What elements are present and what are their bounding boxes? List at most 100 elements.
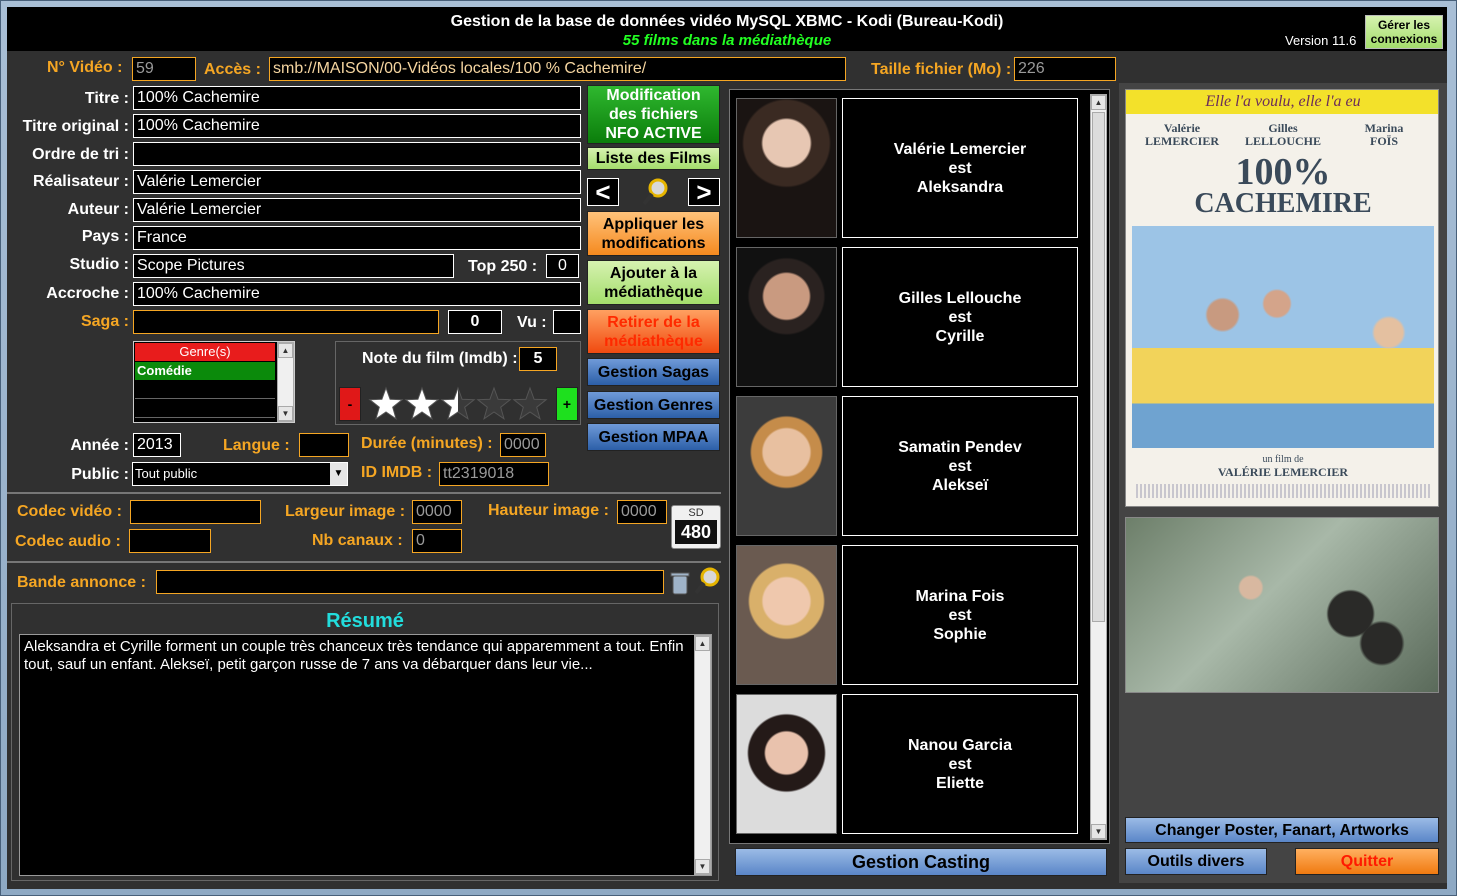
cast-row[interactable]: Marina Fois est Sophie xyxy=(736,545,1078,685)
star-icon[interactable] xyxy=(476,386,512,420)
movie-poster[interactable]: Elle l'a voulu, elle l'a eu Valérie LEME… xyxy=(1125,89,1439,507)
seen-field[interactable] xyxy=(553,310,581,334)
cast-row[interactable]: Valérie Lemercier est Aleksandra xyxy=(736,98,1078,238)
misc-tools-button[interactable]: Outils divers xyxy=(1125,848,1267,875)
language-field[interactable] xyxy=(299,433,349,457)
public-select[interactable]: Tout public ▼ xyxy=(132,462,348,486)
genre-scrollbar[interactable]: ▲ ▼ xyxy=(277,342,294,422)
fanart-image[interactable] xyxy=(1125,517,1439,693)
star-icon[interactable] xyxy=(404,386,440,420)
scroll-up-icon[interactable]: ▲ xyxy=(1091,95,1106,110)
trailer-field[interactable] xyxy=(156,570,664,594)
actor-name: Gilles Lellouche xyxy=(898,289,1022,307)
poster-film-by: un film de xyxy=(1262,454,1304,465)
director-field[interactable]: Valérie Lemercier xyxy=(133,170,581,194)
width-field[interactable]: 0000 xyxy=(412,500,462,524)
cast-scrollbar[interactable]: ▲ ▼ xyxy=(1090,94,1107,840)
saga-count-field[interactable]: 0 xyxy=(448,310,502,334)
next-button[interactable]: > xyxy=(688,178,720,206)
genre-item[interactable]: Comédie xyxy=(135,362,275,380)
actor-name: Valérie Lemercier xyxy=(893,140,1027,158)
channels-field[interactable]: 0 xyxy=(412,529,462,553)
rating-minus-button[interactable]: - xyxy=(339,387,361,421)
cast-role-card: Nanou Garcia est Eliette xyxy=(842,694,1078,834)
cast-row[interactable]: Gilles Lellouche est Cyrille xyxy=(736,247,1078,387)
change-artwork-button[interactable]: Changer Poster, Fanart, Artworks xyxy=(1125,817,1439,843)
scroll-down-icon[interactable]: ▼ xyxy=(278,406,293,421)
scroll-up-icon[interactable]: ▲ xyxy=(695,636,710,651)
height-field[interactable]: 0000 xyxy=(617,500,667,524)
genre-list[interactable]: Genre(s) Comédie ▲ ▼ xyxy=(133,341,295,423)
main-panel: N° Vidéo : 59 Accès : smb://MAISON/00-Vi… xyxy=(7,51,1447,889)
star-icon[interactable] xyxy=(368,386,404,420)
year-label: Année : xyxy=(70,437,129,454)
trash-icon[interactable] xyxy=(670,571,690,595)
rating-stars[interactable] xyxy=(368,386,548,422)
summary-textarea[interactable]: Aleksandra et Cyrille forment un couple … xyxy=(19,634,712,876)
saga-field[interactable] xyxy=(133,310,439,334)
scroll-down-icon[interactable]: ▼ xyxy=(1091,824,1106,839)
duration-field[interactable]: 0000 xyxy=(500,433,546,457)
actor-name: Marina Fois xyxy=(915,587,1005,605)
search-icon[interactable] xyxy=(693,566,721,596)
quit-button[interactable]: Quitter xyxy=(1295,848,1439,875)
star-icon[interactable] xyxy=(440,386,476,420)
rating-plus-button[interactable]: + xyxy=(556,387,578,421)
author-field[interactable]: Valérie Lemercier xyxy=(133,198,581,222)
tagline-field[interactable]: 100% Cachemire xyxy=(133,282,581,306)
remove-from-library-button[interactable]: Retirer de la médiathèque xyxy=(587,309,720,354)
poster-title-number: 100% xyxy=(1235,151,1331,193)
file-size-label: Taille fichier (Mo) : xyxy=(871,61,1012,78)
summary-scrollbar[interactable]: ▲ ▼ xyxy=(694,635,711,875)
country-field[interactable]: France xyxy=(133,226,581,250)
manage-mpaa-button[interactable]: Gestion MPAA xyxy=(587,423,720,451)
manage-connections-button[interactable]: Gérer les connexions xyxy=(1365,15,1443,49)
movie-list-button[interactable]: Liste des Films xyxy=(587,147,720,170)
manage-casting-button[interactable]: Gestion Casting xyxy=(735,848,1107,876)
summary-panel: Résumé Aleksandra et Cyrille forment un … xyxy=(11,603,719,881)
audio-codec-field[interactable] xyxy=(129,529,211,553)
cast-role-card: Gilles Lellouche est Cyrille xyxy=(842,247,1078,387)
studio-field[interactable]: Scope Pictures xyxy=(133,254,454,278)
add-to-library-button[interactable]: Ajouter à la médiathèque xyxy=(587,260,720,305)
character-name: Cyrille xyxy=(935,327,985,345)
cast-est: est xyxy=(948,308,972,326)
version-label: Version 11.6 xyxy=(1285,33,1357,48)
actor-photo xyxy=(736,396,837,536)
nfo-modification-button[interactable]: Modification des fichiers NFO ACTIVE xyxy=(587,85,720,144)
actor-photo xyxy=(736,247,837,387)
access-label: Accès : xyxy=(204,61,261,78)
actor-photo xyxy=(736,98,837,238)
star-icon[interactable] xyxy=(512,386,548,420)
genre-item[interactable] xyxy=(135,381,275,399)
video-codec-field[interactable] xyxy=(130,500,261,524)
app-window: Gestion de la base de données vidéo MySQ… xyxy=(0,0,1457,896)
scroll-down-icon[interactable]: ▼ xyxy=(695,859,710,874)
chevron-down-icon[interactable]: ▼ xyxy=(330,463,347,485)
imdb-id-field[interactable]: tt2319018 xyxy=(439,462,549,486)
apply-changes-button[interactable]: Appliquer les modifications xyxy=(587,211,720,256)
manage-genres-button[interactable]: Gestion Genres xyxy=(587,391,720,419)
top250-field[interactable]: 0 xyxy=(546,254,579,278)
year-field[interactable]: 2013 xyxy=(133,433,181,457)
rating-field[interactable]: 5 xyxy=(519,347,557,371)
poster-actor: Gilles LELLOUCHE xyxy=(1244,121,1322,148)
rating-label: Note du film (Imdb) : xyxy=(362,350,518,367)
cast-row[interactable]: Nanou Garcia est Eliette xyxy=(736,694,1078,834)
previous-button[interactable]: < xyxy=(587,178,619,206)
scroll-thumb[interactable] xyxy=(1092,112,1105,622)
access-field[interactable]: smb://MAISON/00-Vidéos locales/100 % Cac… xyxy=(269,57,846,81)
divider xyxy=(7,492,721,494)
genre-item[interactable] xyxy=(135,400,275,418)
cast-est: est xyxy=(948,159,972,177)
title-field[interactable]: 100% Cachemire xyxy=(133,86,581,110)
video-number-field[interactable]: 59 xyxy=(132,57,196,81)
manage-sagas-button[interactable]: Gestion Sagas xyxy=(587,358,720,386)
sort-order-field[interactable] xyxy=(133,142,581,166)
scroll-up-icon[interactable]: ▲ xyxy=(278,343,293,358)
cast-row[interactable]: Samatin Pendev est Alekseï xyxy=(736,396,1078,536)
file-size-field[interactable]: 226 xyxy=(1014,57,1116,81)
search-icon[interactable] xyxy=(641,177,669,207)
stars-svg[interactable] xyxy=(368,386,548,422)
original-title-field[interactable]: 100% Cachemire xyxy=(133,114,581,138)
